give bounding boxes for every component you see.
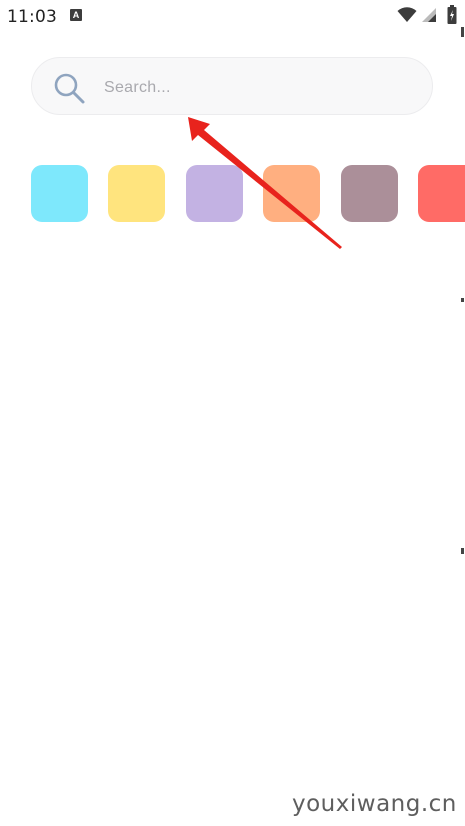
- red-arrow-icon: [188, 117, 342, 249]
- color-swatch-red[interactable]: [418, 165, 465, 222]
- watermark: youxiwang.cn: [292, 791, 457, 817]
- wifi-icon: [397, 7, 417, 22]
- edge-mark: [461, 548, 464, 554]
- search-input[interactable]: [102, 70, 406, 106]
- color-swatch-yellow[interactable]: [108, 165, 165, 222]
- edge-mark: [461, 27, 464, 37]
- color-swatch-row: [31, 164, 465, 224]
- edge-mark: [461, 298, 464, 302]
- status-bar: 11:03 A: [0, 0, 465, 32]
- color-swatch-peach[interactable]: [263, 165, 320, 222]
- battery-icon: [447, 5, 457, 24]
- color-swatch-mauve[interactable]: [341, 165, 398, 222]
- signal-icon: [422, 8, 436, 22]
- status-time: 11:03: [7, 7, 57, 27]
- search-icon: [54, 73, 85, 104]
- notification-a-icon: A: [70, 9, 82, 21]
- search-bar[interactable]: [31, 57, 433, 115]
- color-swatch-lavender[interactable]: [186, 165, 243, 222]
- color-swatch-cyan[interactable]: [31, 165, 88, 222]
